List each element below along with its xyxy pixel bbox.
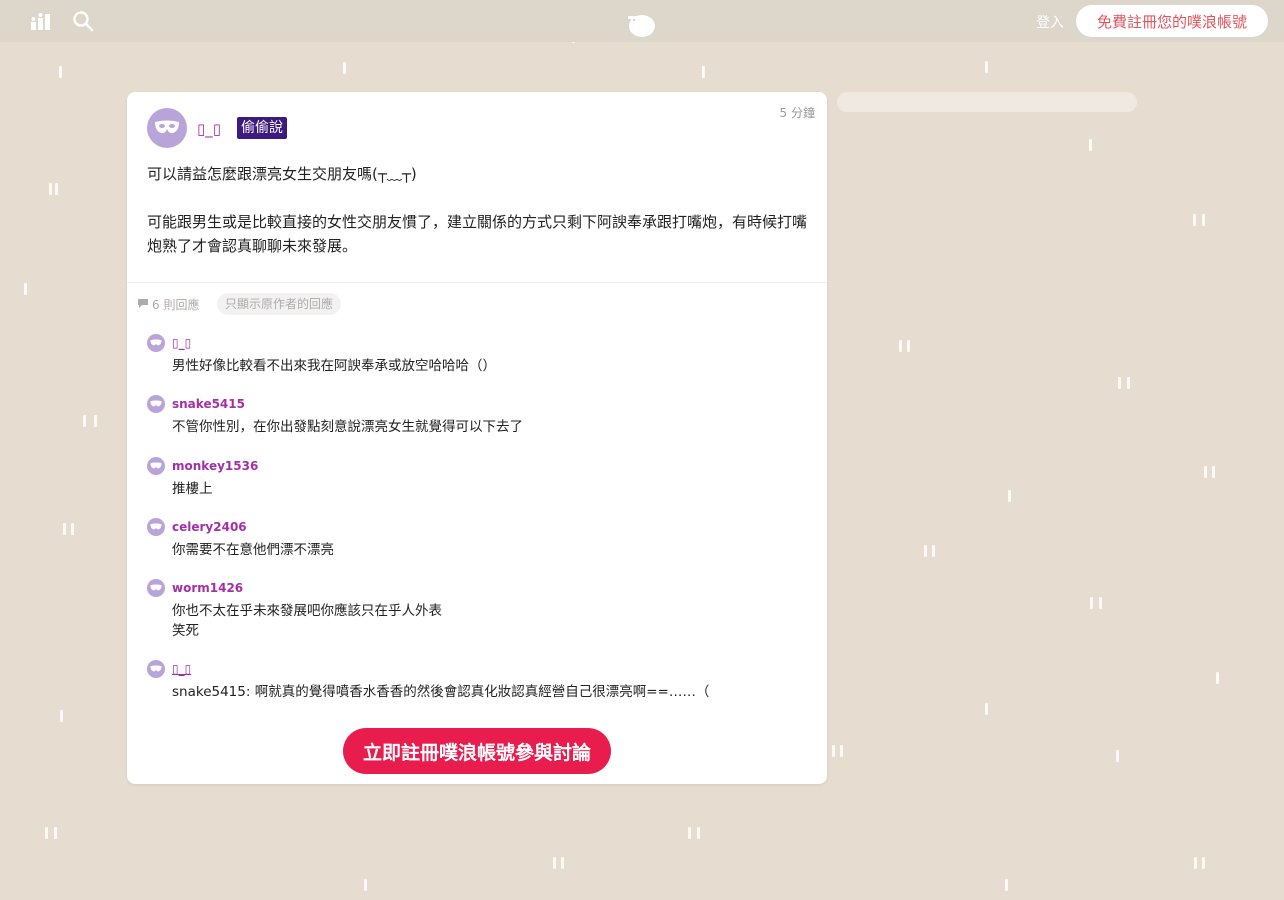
response-line: 你也不太在乎未來發展吧你應該只在乎人外表	[172, 603, 442, 619]
response-text: 你需要不在意他們漂不漂亮	[172, 540, 792, 560]
post-paragraph: 可以請益怎麼跟漂亮女生交朋友嗎(┬﹏┬)	[147, 165, 417, 183]
only-author-filter-button[interactable]: 只顯示原作者的回應	[217, 293, 342, 315]
post-author-name[interactable]: ▯_▯	[197, 120, 221, 138]
response-line: 你需要不在意他們漂不漂亮	[172, 542, 334, 558]
response-text: 男性好像比較看不出來我在阿諛奉承或放空哈哈哈（）	[172, 356, 792, 376]
response-count-label: 6 則回應	[152, 298, 200, 312]
plurk-post-card: ▯_▯ 偷偷說 5 分鐘 可以請益怎麼跟漂亮女生交朋友嗎(┬﹏┬) 可能跟男生或…	[127, 92, 827, 784]
post-timestamp: 5 分鐘	[779, 106, 815, 120]
login-link[interactable]: 登入	[1036, 12, 1064, 32]
response-author[interactable]: ▯_▯	[172, 336, 191, 350]
register-to-discuss-button[interactable]: 立即註冊噗浪帳號參與討論	[343, 728, 611, 774]
response-line: 不管你性別，在你出發點刻意說漂亮女生就覺得可以下去了	[172, 419, 523, 435]
response-line: 男性好像比較看不出來我在阿諛奉承或放空哈哈哈（）	[172, 358, 496, 374]
mask-icon	[150, 665, 162, 672]
response-line: snake5415: 啊就真的覺得噴香水香香的然後會認真化妝認真經營自己很漂亮啊…	[172, 684, 710, 700]
response-text: 不管你性別，在你出發點刻意說漂亮女生就覺得可以下去了	[172, 417, 792, 437]
avatar[interactable]	[147, 579, 165, 597]
top-plurks-icon[interactable]	[30, 10, 52, 32]
search-icon[interactable]	[72, 10, 94, 32]
top-navigation-bar: 登入 免費註冊您的噗浪帳號	[0, 0, 1284, 42]
response-author[interactable]: monkey1536	[172, 459, 258, 473]
avatar[interactable]	[147, 108, 187, 148]
post-paragraph: 可能跟男生或是比較直接的女性交朋友慣了，建立關係的方式只剩下阿諛奉承跟打嘴炮，有…	[147, 213, 808, 255]
response-count: 6 則回應	[137, 296, 199, 313]
avatar[interactable]	[147, 395, 165, 413]
response-author[interactable]: celery2406	[172, 520, 247, 534]
avatar[interactable]	[147, 660, 165, 678]
divider	[127, 282, 827, 283]
response-text: 你也不太在乎未來發展吧你應該只在乎人外表 笑死	[172, 601, 792, 641]
response-line: 推樓上	[172, 481, 213, 497]
response-text: snake5415: 啊就真的覺得噴香水香香的然後會認真化妝認真經營自己很漂亮啊…	[172, 682, 792, 702]
avatar[interactable]	[147, 457, 165, 475]
plurk-logo[interactable]	[626, 10, 658, 38]
avatar[interactable]	[147, 518, 165, 536]
mask-icon	[150, 339, 162, 346]
response-text: 推樓上	[172, 479, 792, 499]
whisper-badge: 偷偷說	[237, 117, 287, 139]
mask-icon	[150, 584, 162, 591]
response-line: 笑死	[172, 623, 199, 639]
post-content: 可以請益怎麼跟漂亮女生交朋友嗎(┬﹏┬) 可能跟男生或是比較直接的女性交朋友慣了…	[147, 162, 807, 282]
response-author[interactable]: snake5415	[172, 397, 245, 411]
sidebar-placeholder	[837, 92, 1137, 112]
mask-icon	[150, 462, 162, 469]
avatar[interactable]	[147, 334, 165, 352]
signup-button[interactable]: 免費註冊您的噗浪帳號	[1076, 5, 1268, 37]
mask-icon	[150, 400, 162, 407]
mask-icon	[155, 120, 179, 134]
mask-icon	[150, 523, 162, 530]
response-author[interactable]: ▯_▯	[172, 662, 191, 676]
comment-bubble-icon	[137, 298, 149, 312]
response-author[interactable]: worm1426	[172, 581, 243, 595]
